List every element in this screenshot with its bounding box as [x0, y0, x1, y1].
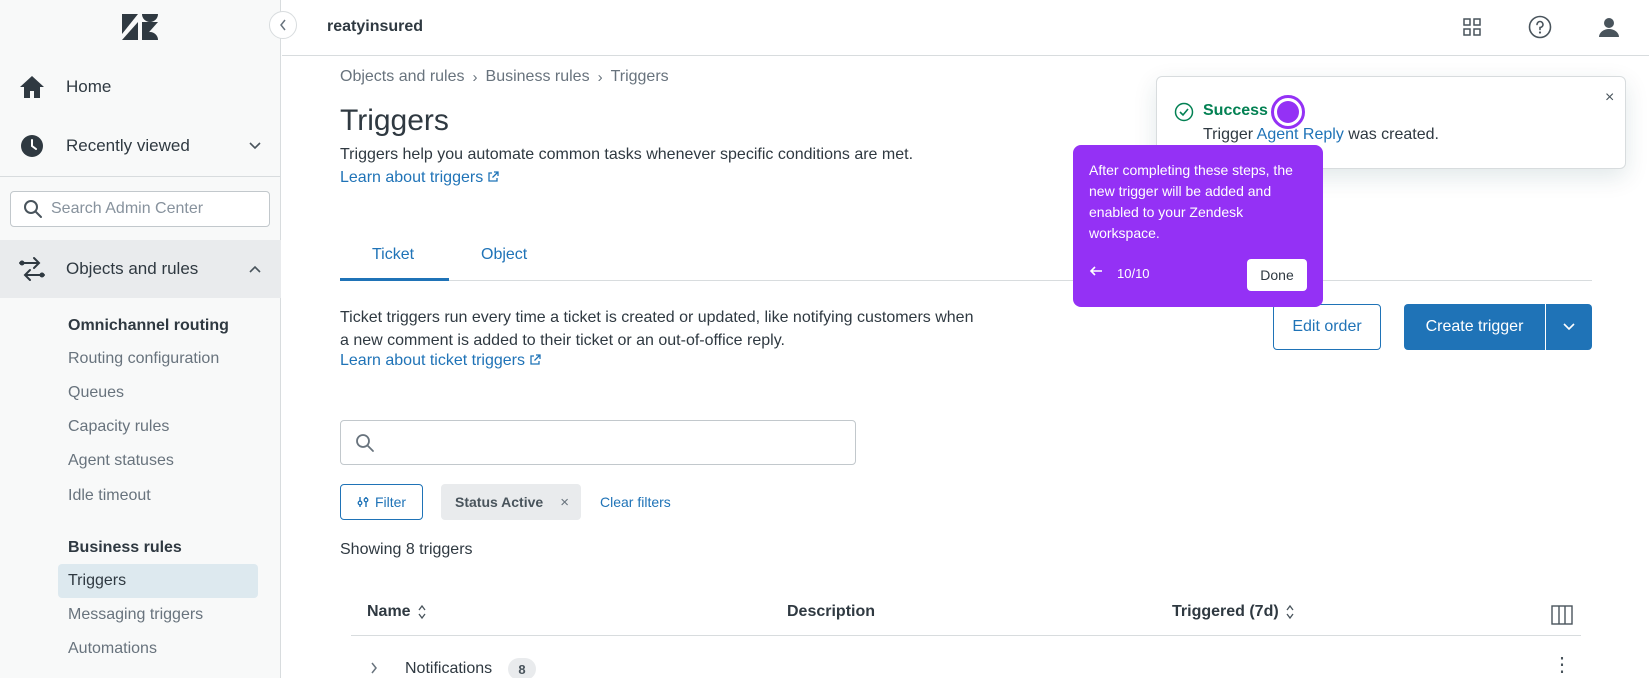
- admin-search[interactable]: [10, 191, 270, 227]
- chevron-left-icon: [280, 19, 286, 31]
- sort-icon: [1286, 604, 1294, 620]
- sidebar: Home Recently viewed Objects and rules O…: [0, 0, 281, 678]
- zendesk-logo[interactable]: [122, 14, 158, 40]
- chevron-down-icon: [1563, 323, 1575, 331]
- column-header-triggered[interactable]: Triggered (7d): [1172, 603, 1295, 621]
- filter-button-label: Filter: [374, 494, 407, 510]
- sidebar-item-routing-configuration[interactable]: Routing configuration: [68, 350, 219, 368]
- tour-step-counter: 10/10: [1117, 266, 1150, 281]
- tab-object[interactable]: Object: [481, 246, 527, 264]
- nav-home-label: Home: [66, 77, 112, 96]
- check-circle-icon: [1174, 102, 1194, 122]
- sidebar-item-triggers[interactable]: Triggers: [68, 572, 126, 590]
- sidebar-item-queues[interactable]: Queues: [68, 384, 124, 402]
- status-active-filter-chip: Status Active ×: [441, 484, 581, 520]
- column-header-description: Description: [787, 603, 875, 621]
- top-header: reatyinsured: [282, 0, 1649, 56]
- account-name: reatyinsured: [327, 18, 424, 35]
- clock-icon: [18, 132, 46, 160]
- sidebar-item-agent-statuses[interactable]: Agent statuses: [68, 452, 174, 470]
- sort-icon: [418, 604, 426, 620]
- column-triggered-label: Triggered (7d): [1172, 603, 1279, 620]
- toast-trigger-link[interactable]: Agent Reply: [1257, 126, 1344, 143]
- tour-done-button[interactable]: Done: [1247, 259, 1307, 291]
- collapse-sidebar-button[interactable]: [269, 11, 297, 39]
- nav-recently-viewed[interactable]: Recently viewed: [0, 118, 281, 174]
- clear-filters-link[interactable]: Clear filters: [600, 494, 671, 510]
- edit-order-button[interactable]: Edit order: [1273, 304, 1381, 350]
- breadcrumb-item-business-rules[interactable]: Business rules: [486, 68, 590, 86]
- page-title: Triggers: [340, 104, 449, 137]
- products-grid-icon[interactable]: [1459, 14, 1485, 40]
- sidebar-item-automations[interactable]: Automations: [68, 640, 157, 658]
- status-active-chip-label: Status Active: [455, 494, 544, 510]
- external-link-icon: [488, 171, 499, 182]
- section-omnichannel-routing: Omnichannel routing: [68, 317, 229, 334]
- search-icon: [24, 200, 42, 218]
- sidebar-item-capacity-rules[interactable]: Capacity rules: [68, 418, 169, 436]
- search-icon: [356, 434, 374, 452]
- tour-hotspot-dot: [1277, 101, 1299, 123]
- table-row-count-badge: 8: [508, 658, 536, 678]
- tab-bar: Ticket Object: [340, 246, 1592, 281]
- product-tour-tooltip: After completing these steps, the new tr…: [1073, 145, 1323, 307]
- section-business-rules: Business rules: [68, 539, 182, 556]
- table-header-divider: [351, 635, 1581, 636]
- breadcrumb-separator-icon: ›: [472, 68, 478, 86]
- breadcrumb-item-objects-and-rules[interactable]: Objects and rules: [340, 68, 465, 86]
- help-icon[interactable]: [1527, 14, 1553, 40]
- home-icon: [18, 73, 46, 101]
- table-row-name[interactable]: Notifications: [405, 660, 492, 678]
- nav-objects-and-rules[interactable]: Objects and rules: [0, 240, 281, 298]
- expand-row-chevron-icon[interactable]: [369, 661, 379, 678]
- user-avatar-icon[interactable]: [1596, 14, 1622, 40]
- ticket-triggers-description: Ticket triggers run every time a ticket …: [340, 309, 974, 349]
- arrow-left-icon[interactable]: [1089, 264, 1103, 281]
- tab-ticket[interactable]: Ticket: [372, 246, 414, 264]
- triggers-search[interactable]: [340, 420, 856, 465]
- tour-hotspot[interactable]: [1271, 95, 1305, 129]
- breadcrumb: Objects and rules › Business rules › Tri…: [340, 68, 669, 86]
- objects-rules-icon: [18, 255, 46, 283]
- toast-message: Trigger Agent Reply was created.: [1203, 126, 1439, 144]
- external-link-icon: [530, 354, 541, 365]
- filter-button[interactable]: Filter: [340, 484, 423, 520]
- learn-about-ticket-triggers-link[interactable]: Learn about ticket triggers: [340, 352, 541, 370]
- row-overflow-menu-icon[interactable]: ⋮: [1552, 655, 1572, 675]
- sidebar-divider: [0, 176, 281, 177]
- column-header-name[interactable]: Name: [367, 603, 427, 621]
- admin-search-input[interactable]: [51, 200, 251, 218]
- column-description-label: Description: [787, 603, 876, 620]
- toast-message-suffix: was created.: [1348, 126, 1439, 143]
- showing-count: Showing 8 triggers: [340, 541, 473, 558]
- sidebar-item-idle-timeout[interactable]: Idle timeout: [68, 487, 151, 505]
- create-trigger-button[interactable]: Create trigger: [1404, 304, 1545, 350]
- page-description: Triggers help you automate common tasks …: [340, 146, 914, 163]
- toast-title: Success: [1203, 102, 1268, 119]
- learn-about-triggers-link[interactable]: Learn about triggers: [340, 169, 499, 187]
- learn-about-triggers-label: Learn about triggers: [340, 169, 484, 186]
- active-tab-indicator: [340, 278, 449, 281]
- close-icon[interactable]: ×: [1605, 89, 1614, 107]
- remove-filter-icon[interactable]: ×: [560, 494, 569, 511]
- learn-about-ticket-triggers-label: Learn about ticket triggers: [340, 352, 525, 369]
- nav-recently-viewed-label: Recently viewed: [66, 136, 190, 155]
- filter-sliders-icon: [357, 497, 369, 507]
- column-name-label: Name: [367, 603, 411, 620]
- breadcrumb-item-triggers: Triggers: [610, 68, 669, 85]
- breadcrumb-separator-icon: ›: [597, 68, 603, 86]
- tour-text: After completing these steps, the new tr…: [1089, 162, 1293, 241]
- create-trigger-menu-button[interactable]: [1546, 304, 1592, 350]
- columns-settings-icon[interactable]: [1551, 605, 1573, 625]
- toast-message-prefix: Trigger: [1203, 126, 1254, 143]
- nav-objects-and-rules-label: Objects and rules: [66, 259, 199, 278]
- nav-home[interactable]: Home: [0, 59, 281, 115]
- chevron-up-icon: [248, 261, 262, 277]
- chevron-down-icon: [248, 138, 262, 154]
- sidebar-item-messaging-triggers[interactable]: Messaging triggers: [68, 606, 203, 624]
